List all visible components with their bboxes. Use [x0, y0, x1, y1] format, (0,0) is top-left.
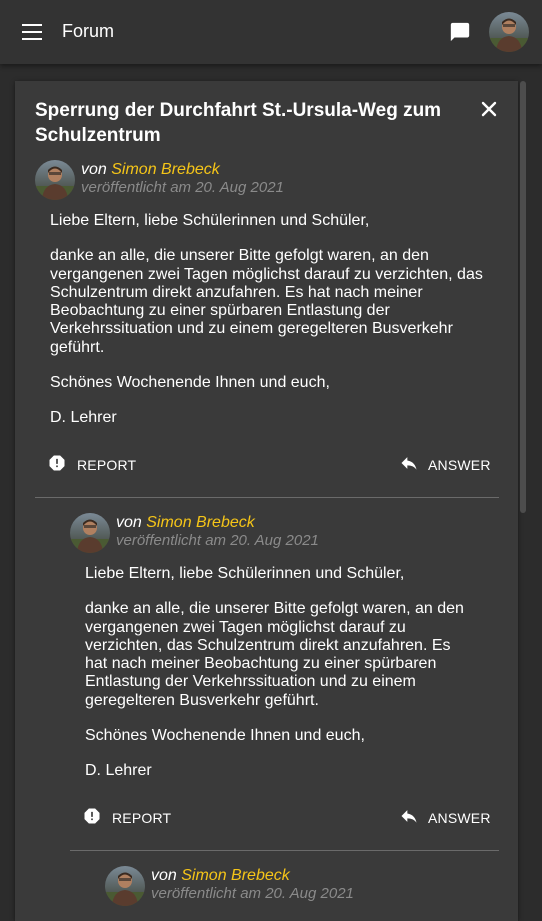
report-button[interactable]: REPORT — [82, 806, 171, 828]
author-row: von Simon Brebeck veröffentlicht am 20. … — [70, 513, 470, 553]
divider — [70, 850, 499, 851]
byline-prefix: von — [116, 514, 142, 531]
scrollbar[interactable] — [520, 81, 526, 513]
byline-prefix: von — [151, 867, 177, 884]
paragraph: Liebe Eltern, liebe Schülerinnen und Sch… — [50, 212, 370, 229]
post-body: Liebe Eltern, liebe Schülerinnen und Sch… — [50, 212, 490, 445]
author-avatar[interactable] — [105, 866, 145, 906]
paragraph: danke an alle, die unserer Bitte gefolgt… — [50, 247, 483, 356]
post-body: Liebe Eltern, liebe Schülerinnen und Sch… — [85, 565, 470, 798]
chat-icon[interactable] — [449, 21, 471, 43]
paragraph: danke an alle, die unserer Bitte gefolgt… — [85, 600, 464, 709]
report-label: REPORT — [77, 457, 137, 473]
author-link[interactable]: Simon Brebeck — [111, 161, 220, 178]
paragraph: Schönes Wochenende Ihnen und euch, — [85, 727, 365, 745]
reply-icon — [401, 810, 417, 823]
byline: von Simon Brebeck — [81, 161, 220, 179]
paragraph: Liebe Eltern, liebe Schülerinnen und Sch… — [85, 565, 405, 582]
author-row: von Simon Brebeck veröffentlicht am 20. … — [35, 160, 435, 200]
post-date: veröffentlicht am 20. Aug 2021 — [81, 179, 284, 196]
menu-icon[interactable] — [22, 24, 42, 40]
report-button[interactable]: REPORT — [47, 453, 136, 475]
byline: von Simon Brebeck — [151, 867, 290, 885]
post-date: veröffentlicht am 20. Aug 2021 — [116, 532, 319, 549]
byline: von Simon Brebeck — [116, 514, 255, 532]
answer-button[interactable]: ANSWER — [398, 453, 490, 475]
paragraph: D. Lehrer — [85, 762, 152, 780]
paragraph: D. Lehrer — [50, 409, 117, 427]
report-icon — [49, 455, 65, 471]
close-icon[interactable] — [479, 99, 499, 119]
paragraph: Schönes Wochenende Ihnen und euch, — [50, 374, 330, 392]
thread-title: Sperrung der Durchfahrt St.-Ursula-Weg z… — [35, 100, 442, 146]
app-bar: Forum — [0, 0, 542, 64]
post-actions: REPORT ANSWER — [47, 453, 492, 477]
report-label: REPORT — [112, 810, 172, 826]
reply-icon — [401, 457, 417, 470]
author-link[interactable]: Simon Brebeck — [146, 514, 255, 531]
post-date: veröffentlicht am 20. Aug 2021 — [151, 885, 354, 902]
author-avatar[interactable] — [35, 160, 75, 200]
author-row: von Simon Brebeck veröffentlicht am 20. … — [105, 866, 505, 906]
post-actions: REPORT ANSWER — [82, 806, 492, 830]
answer-button[interactable]: ANSWER — [398, 806, 490, 828]
answer-label: ANSWER — [428, 810, 491, 826]
byline-prefix: von — [81, 161, 107, 178]
answer-label: ANSWER — [428, 457, 491, 473]
user-avatar[interactable] — [489, 12, 529, 52]
app-title: Forum — [62, 21, 115, 41]
report-icon — [84, 808, 100, 824]
author-avatar[interactable] — [70, 513, 110, 553]
divider — [35, 497, 499, 498]
author-link[interactable]: Simon Brebeck — [181, 867, 290, 884]
thread-card: Sperrung der Durchfahrt St.-Ursula-Weg z… — [15, 81, 518, 921]
